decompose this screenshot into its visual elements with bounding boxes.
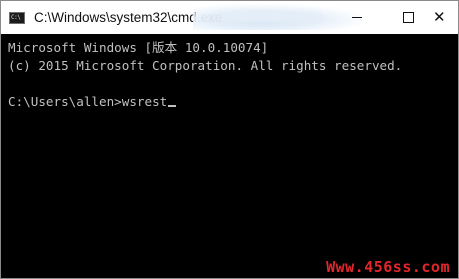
minimize-button[interactable]: [339, 1, 383, 34]
prompt: C:\Users\allen>: [8, 94, 122, 109]
console-line-copyright: (c) 2015 Microsoft Corporation. All righ…: [8, 58, 403, 73]
command-line[interactable]: C:\Users\allen>wsrest: [8, 93, 177, 110]
maximize-icon: [403, 12, 414, 23]
close-button[interactable]: ✕: [421, 1, 458, 34]
command-input[interactable]: wsrest: [122, 94, 168, 109]
console-area[interactable]: Microsoft Windows [版本 10.0.10074] (c) 20…: [1, 34, 458, 278]
text-cursor: [168, 105, 177, 107]
cmd-window: C:\ C:\Windows\system32\cmd.exe ✕ Micros…: [0, 0, 459, 279]
cmd-icon[interactable]: C:\: [9, 12, 25, 24]
redaction-smudge: [193, 4, 363, 30]
minimize-icon: [352, 17, 362, 18]
console-line-version: Microsoft Windows [版本 10.0.10074]: [8, 40, 269, 55]
cmd-icon-glyph: C:\: [11, 14, 21, 21]
close-icon: ✕: [433, 8, 446, 26]
watermark: Www.456ss.com: [326, 258, 450, 276]
title-bar[interactable]: C:\ C:\Windows\system32\cmd.exe ✕: [1, 1, 458, 34]
